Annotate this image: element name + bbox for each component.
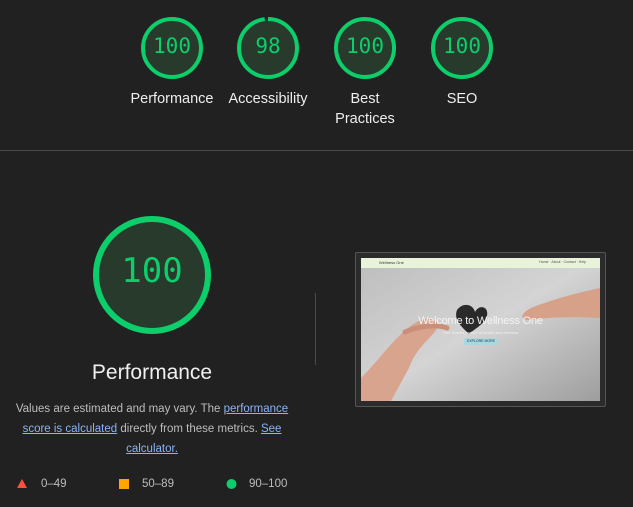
performance-main-gauge: 100 [91, 214, 213, 336]
vertical-divider [315, 293, 316, 365]
preview-nav-links: Home · About · Contact · Help [539, 260, 586, 264]
score-description: Values are estimated and may vary. The p… [6, 399, 298, 459]
page-preview: Wellness One Home · About · Contact · He… [361, 258, 600, 401]
gauge-seo[interactable]: 100 SEO [417, 15, 507, 109]
accessibility-label: Accessibility [228, 91, 308, 107]
seo-score: 100 [443, 34, 481, 58]
legend-fail-label: 0–49 [41, 478, 67, 490]
preview-subtext: Your trusted partner in health and welln… [442, 330, 519, 335]
performance-score: 100 [153, 34, 191, 58]
legend-pass-label: 90–100 [249, 478, 288, 490]
section-divider [0, 150, 633, 151]
accessibility-score: 98 [255, 34, 281, 58]
legend-average-label: 50–89 [142, 478, 174, 490]
preview-heading: Welcome to Wellness One [418, 315, 543, 327]
best-practices-label: Best Practices [335, 91, 395, 127]
description-text: Values are estimated and may vary. The [15, 403, 224, 415]
gauge-best-practices[interactable]: 100 Best Practices [320, 15, 410, 129]
description-text-mid: directly from these metrics. [117, 423, 261, 435]
gauge-performance[interactable]: 100 Performance [127, 15, 217, 109]
performance-title: Performance [91, 361, 213, 384]
triangle-icon [17, 479, 27, 488]
performance-label: Performance [130, 91, 214, 107]
square-icon [119, 479, 129, 489]
preview-brand: Wellness One [379, 260, 404, 265]
circle-icon [226, 479, 237, 489]
preview-explore-button: EXPLORE MORE [464, 338, 498, 345]
performance-main-score: 100 [121, 251, 183, 291]
gauge-accessibility[interactable]: 98 Accessibility [223, 15, 313, 109]
seo-label: SEO [446, 91, 478, 107]
best-practices-score: 100 [346, 34, 384, 58]
category-gauges: 100 Performance 98 Accessibility 100 Bes… [0, 0, 633, 150]
preview-navbar: Wellness One Home · About · Contact · He… [361, 258, 600, 268]
final-screenshot-thumbnail[interactable]: Wellness One Home · About · Contact · He… [355, 252, 606, 407]
